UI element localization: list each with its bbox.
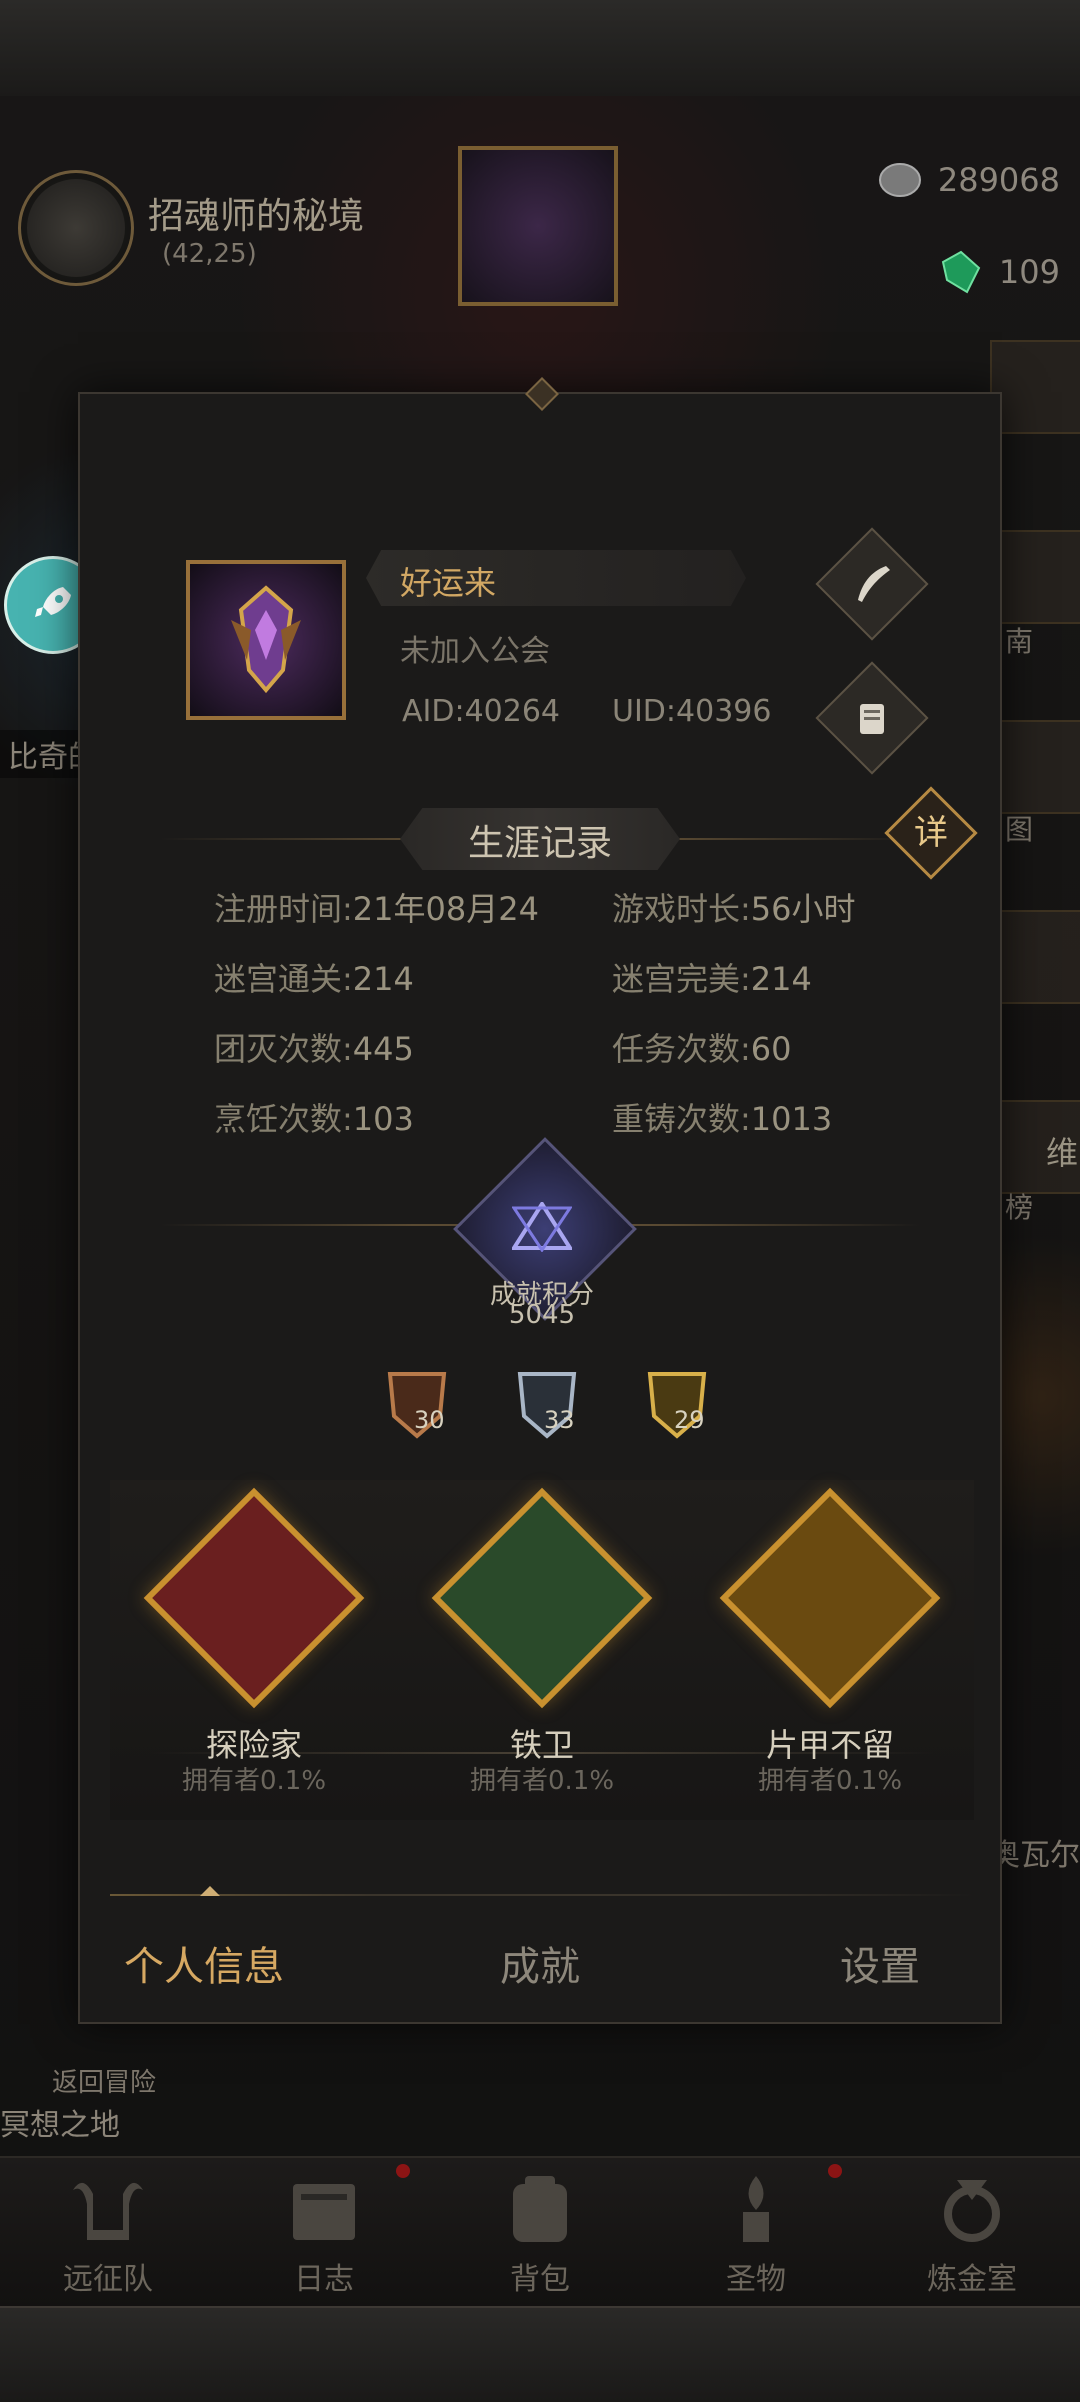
resource-silver-value: 289068 xyxy=(937,161,1060,199)
armored-warrior-icon xyxy=(431,1487,653,1709)
bronze-medal-count: 30 xyxy=(414,1406,445,1434)
nav-label: 炼金室 xyxy=(927,2262,1017,2297)
green-gem-icon xyxy=(941,250,981,294)
nav-label: 远征队 xyxy=(63,2262,153,2297)
stat-maze-perfect: 迷宫完美:214 xyxy=(612,960,812,998)
player-profile-dialog: 好运来 未加入公会 AID:40264 UID:40396 生涯记录 详 注册时… xyxy=(78,377,1002,2024)
stat-register-time: 注册时间:21年08月24 xyxy=(214,890,539,928)
side-menu-icon[interactable] xyxy=(990,340,1080,434)
achievement-card[interactable]: 铁卫 拥有者0.1% xyxy=(398,1480,686,1820)
nav-label: 日志 xyxy=(294,2262,354,2297)
user-id: UID:40396 xyxy=(612,694,772,729)
resource-gem: 109 xyxy=(939,250,1060,294)
gold-medal-count: 29 xyxy=(674,1406,705,1434)
bottom-navigation: 远征队 日志 背包 圣物 炼金室 xyxy=(0,2156,1080,2308)
achievement-card[interactable]: 片甲不留 拥有者0.1% xyxy=(686,1480,974,1820)
resource-gem-value: 109 xyxy=(998,253,1060,291)
resource-silver: 289068 xyxy=(878,158,1060,202)
achievement-owners: 拥有者0.1% xyxy=(469,1766,615,1796)
bottom-frame xyxy=(0,2306,1080,2402)
edit-name-button[interactable] xyxy=(815,527,929,641)
side-menu-icon[interactable] xyxy=(990,530,1080,624)
nav-label: 圣物 xyxy=(726,2262,786,2297)
meditation-location-label: 冥想之地 xyxy=(0,2108,120,2143)
location-name: 招魂师的秘境 xyxy=(148,196,365,237)
stat-team-wipe: 团灭次数:445 xyxy=(214,1030,414,1068)
quill-icon xyxy=(858,566,890,602)
side-right-text: 榜 xyxy=(1005,1191,1034,1224)
treasure-map-icon xyxy=(143,1487,365,1709)
side-right-label: 奥瓦尔 xyxy=(990,1838,1080,1873)
scroll-icon xyxy=(860,704,884,734)
achievement-score-value: 5045 xyxy=(508,1300,576,1330)
side-menu-icon[interactable] xyxy=(990,720,1080,814)
account-id: AID:40264 xyxy=(402,694,561,729)
tab-achievements[interactable]: 成就 xyxy=(500,1934,580,1992)
career-record-title: 生涯记录 xyxy=(467,823,612,864)
location-indicator[interactable]: 招魂师的秘境 (42,25) xyxy=(18,170,364,286)
player-name: 好运来 xyxy=(400,564,497,602)
stat-maze-clear: 迷宫通关:214 xyxy=(214,960,414,998)
detail-label: 详 xyxy=(914,813,948,853)
nav-relic[interactable]: 圣物 xyxy=(648,2158,864,2308)
notification-dot xyxy=(828,2164,842,2178)
journal-icon xyxy=(293,2184,355,2240)
nav-journal[interactable]: 日志 xyxy=(216,2158,432,2308)
silver-medal-count: 33 xyxy=(544,1406,575,1434)
career-detail-button[interactable]: 详 xyxy=(884,786,978,880)
achievement-card[interactable]: 探险家 拥有者0.1% xyxy=(110,1480,398,1820)
tab-settings[interactable]: 设置 xyxy=(840,1934,920,1992)
rocket-icon xyxy=(35,587,71,617)
alchemy-icon xyxy=(944,2180,1000,2242)
nav-alchemy[interactable]: 炼金室 xyxy=(864,2158,1080,2308)
guild-crest-icon xyxy=(231,585,301,694)
side-menu-icon[interactable] xyxy=(990,910,1080,1004)
records-button[interactable] xyxy=(815,661,929,775)
achievement-owners: 拥有者0.1% xyxy=(181,1766,327,1796)
tab-divider xyxy=(110,1894,974,1896)
active-tab-indicator xyxy=(200,1886,220,1896)
return-adventure-label[interactable]: 返回冒险 xyxy=(52,2062,156,2099)
stat-quest-count: 任务次数:60 xyxy=(612,1030,792,1068)
achievement-owners: 拥有者0.1% xyxy=(757,1766,903,1796)
maze-icon xyxy=(719,1487,941,1709)
featured-achievements: 探险家 拥有者0.1% 铁卫 拥有者0.1% 片甲不留 拥有者0.1% xyxy=(110,1480,974,1820)
silver-coin-icon xyxy=(878,163,921,197)
stat-reforge-count: 重铸次数:1013 xyxy=(612,1100,833,1138)
top-frame xyxy=(0,0,1080,98)
side-right-text: 维 xyxy=(1046,1134,1079,1172)
helmet-icon xyxy=(73,2182,143,2240)
stat-cooking-count: 烹饪次数:103 xyxy=(214,1100,414,1138)
nav-expedition[interactable]: 远征队 xyxy=(0,2158,216,2308)
tab-personal-info[interactable]: 个人信息 xyxy=(124,1934,284,1992)
relic-icon xyxy=(743,2176,769,2242)
guild-status: 未加入公会 xyxy=(400,634,550,669)
guild-emblem-icon[interactable] xyxy=(458,146,618,306)
location-emblem-icon xyxy=(18,170,134,286)
side-right-text: 图 xyxy=(1005,813,1034,846)
notification-dot xyxy=(396,2164,410,2178)
nav-backpack[interactable]: 背包 xyxy=(432,2158,648,2308)
stat-play-time: 游戏时长:56小时 xyxy=(612,890,856,928)
location-coord: (42,25) xyxy=(162,239,257,269)
player-avatar[interactable] xyxy=(186,560,346,720)
backpack-icon xyxy=(513,2176,567,2242)
side-right-text: 南 xyxy=(1005,625,1034,658)
nav-label: 背包 xyxy=(510,2262,570,2297)
triangle-star-icon xyxy=(512,1202,572,1252)
